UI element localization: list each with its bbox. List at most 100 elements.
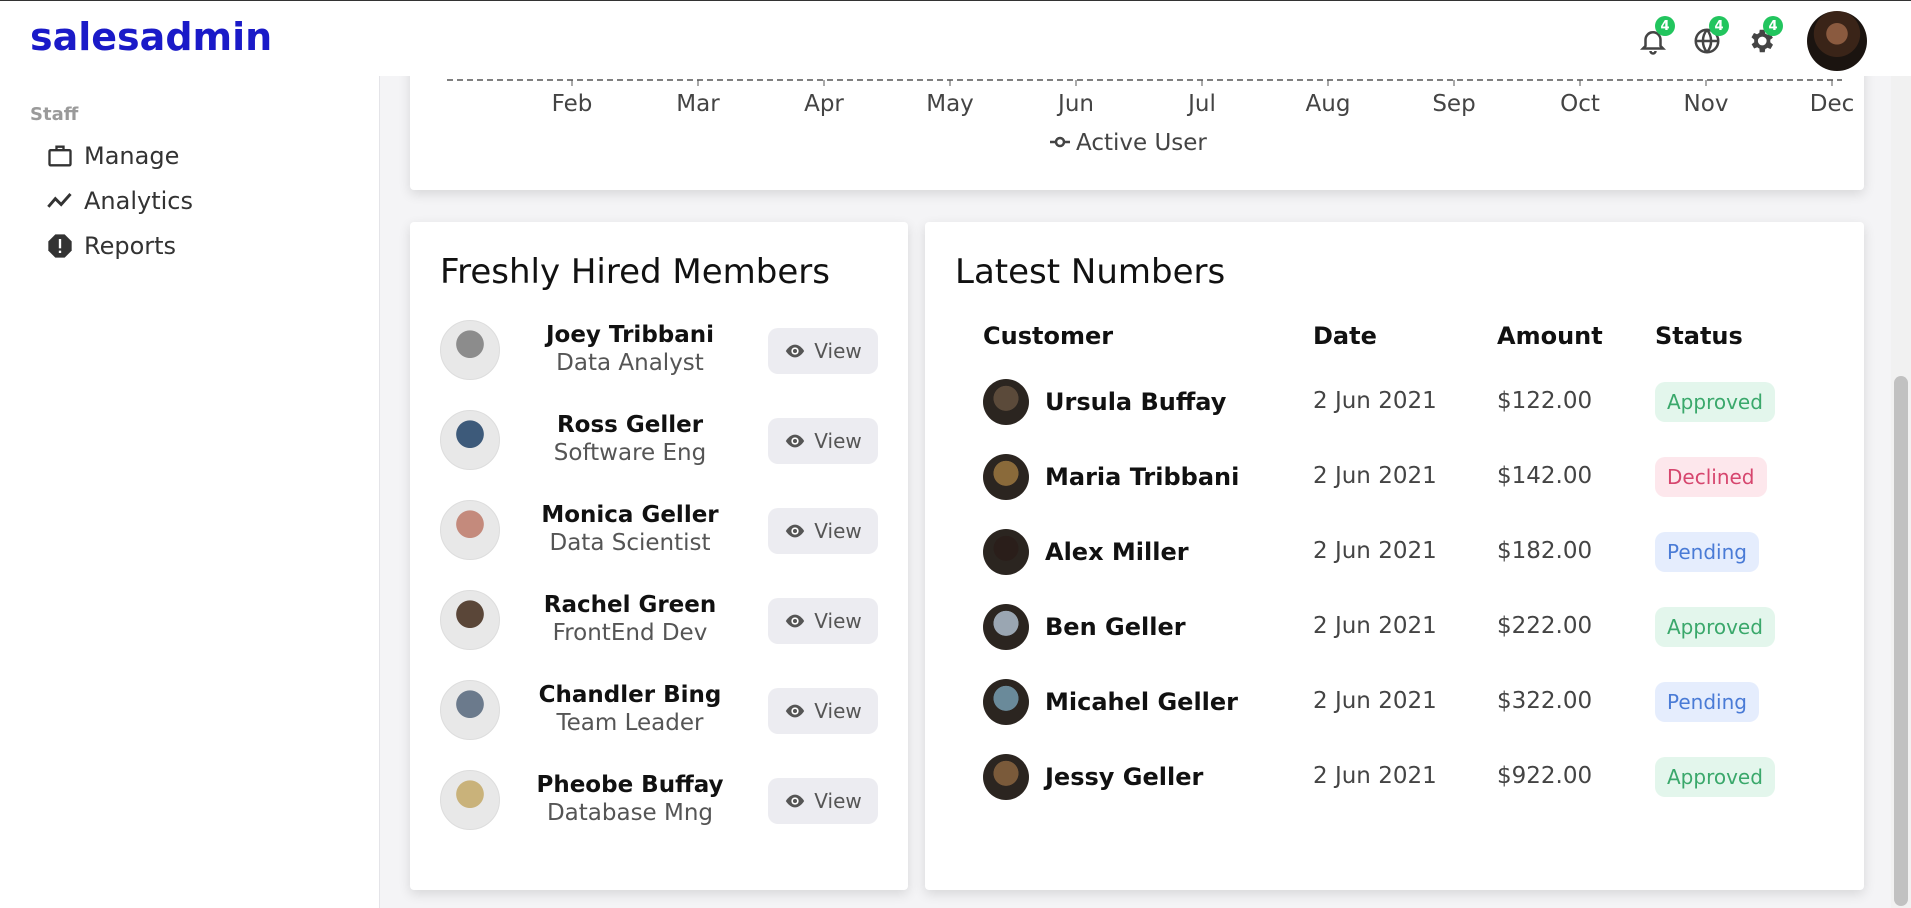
column-header-status[interactable]: Status xyxy=(1655,322,1743,350)
customer-name: Alex Miller xyxy=(1045,538,1189,566)
x-tick-label: Dec xyxy=(1810,91,1855,117)
member-name: Pheobe Buffay xyxy=(536,772,724,798)
x-tick-label: Jun xyxy=(1056,91,1094,117)
notification-badge: 4 xyxy=(1655,16,1675,36)
x-tick-label: May xyxy=(926,91,974,117)
user-avatar[interactable] xyxy=(1807,11,1867,71)
column-header-customer[interactable]: Customer xyxy=(983,322,1113,350)
language-badge: 4 xyxy=(1709,16,1729,36)
settings-button[interactable]: 4 xyxy=(1745,16,1783,57)
member-info: Monica Geller Data Scientist xyxy=(530,502,730,556)
view-button[interactable]: View xyxy=(768,688,878,734)
member-info: Chandler Bing Team Leader xyxy=(530,682,730,736)
row-amount: $922.00 xyxy=(1497,763,1593,789)
member-role: Database Mng xyxy=(546,800,714,826)
table-row[interactable]: Jessy Geller 2 Jun 2021 $922.00 Approved xyxy=(925,747,1864,807)
member-item: Pheobe Buffay Database Mng View xyxy=(440,770,890,832)
x-tick-label: Sep xyxy=(1432,91,1475,117)
status-badge: Approved xyxy=(1655,607,1775,647)
row-amount: $122.00 xyxy=(1497,388,1593,414)
view-button[interactable]: View xyxy=(768,508,878,554)
table-row[interactable]: Ben Geller 2 Jun 2021 $222.00 Approved xyxy=(925,597,1864,657)
member-name: Rachel Green xyxy=(543,592,717,618)
member-role: Data Analyst xyxy=(556,350,704,376)
view-button[interactable]: View xyxy=(768,418,878,464)
x-tick-label: Nov xyxy=(1684,91,1729,117)
table-row[interactable]: Maria Tribbani 2 Jun 2021 $142.00 Declined xyxy=(925,447,1864,507)
member-info: Joey Tribbani Data Analyst xyxy=(530,322,730,376)
customer-name: Ben Geller xyxy=(1045,613,1186,641)
x-tick-label: Apr xyxy=(804,91,844,117)
notifications-button[interactable]: 4 xyxy=(1637,16,1675,57)
row-amount: $322.00 xyxy=(1497,688,1593,714)
row-date: 2 Jun 2021 xyxy=(1313,613,1437,639)
status-badge: Approved xyxy=(1655,382,1775,422)
status-badge: Approved xyxy=(1655,757,1775,797)
member-role: Team Leader xyxy=(556,710,704,736)
row-amount: $222.00 xyxy=(1497,613,1593,639)
alert-octagon-icon xyxy=(48,234,72,258)
member-info: Rachel Green FrontEnd Dev xyxy=(530,592,730,646)
status-badge: Pending xyxy=(1655,532,1759,572)
chart-legend[interactable]: Active User xyxy=(1050,130,1207,156)
avatar xyxy=(983,754,1029,800)
latest-numbers-card: Latest Numbers Customer Date Amount Stat… xyxy=(925,222,1864,890)
member-role: FrontEnd Dev xyxy=(552,620,708,646)
member-name: Ross Geller xyxy=(556,412,704,438)
x-tick-label: Oct xyxy=(1560,91,1600,117)
member-item: Monica Geller Data Scientist View xyxy=(440,500,890,562)
view-button[interactable]: View xyxy=(768,598,878,644)
view-label: View xyxy=(814,699,862,723)
member-name: Chandler Bing xyxy=(538,682,722,708)
avatar xyxy=(983,379,1029,425)
view-label: View xyxy=(814,339,862,363)
x-tick-label: Aug xyxy=(1306,91,1351,117)
language-button[interactable]: 4 xyxy=(1691,16,1729,57)
scrollbar-thumb[interactable] xyxy=(1894,376,1908,906)
table-row[interactable]: Micahel Geller 2 Jun 2021 $322.00 Pending xyxy=(925,672,1864,732)
row-date: 2 Jun 2021 xyxy=(1313,763,1437,789)
eye-icon xyxy=(786,794,805,808)
x-tick-label: Jul xyxy=(1186,91,1216,117)
chart-svg: Feb Mar Apr May Jun Jul Aug Sep Oct Nov Dec Active … xyxy=(447,79,1855,156)
avatar xyxy=(440,410,500,470)
page-scrollbar[interactable] xyxy=(1891,76,1911,908)
active-user-chart: Feb Mar Apr May Jun Jul Aug Sep Oct Nov Dec Active … xyxy=(410,60,1864,190)
sidebar-item-reports[interactable]: Reports xyxy=(46,232,176,260)
customer-name: Ursula Buffay xyxy=(1045,388,1227,416)
trend-icon xyxy=(47,193,72,208)
row-date: 2 Jun 2021 xyxy=(1313,463,1437,489)
avatar xyxy=(983,604,1029,650)
column-header-date[interactable]: Date xyxy=(1313,322,1377,350)
view-button[interactable]: View xyxy=(768,778,878,824)
sidebar-item-label: Reports xyxy=(84,232,177,260)
row-date: 2 Jun 2021 xyxy=(1313,538,1437,564)
sidebar-item-manage[interactable]: Manage xyxy=(46,142,179,170)
settings-badge: 4 xyxy=(1763,16,1783,36)
avatar xyxy=(983,529,1029,575)
member-info: Pheobe Buffay Database Mng xyxy=(530,772,730,826)
row-date: 2 Jun 2021 xyxy=(1313,688,1437,714)
member-item: Ross Geller Software Eng View xyxy=(440,410,890,472)
customer-name: Maria Tribbani xyxy=(1045,463,1240,491)
eye-icon xyxy=(786,344,805,358)
status-badge: Declined xyxy=(1655,457,1767,497)
view-label: View xyxy=(814,789,862,813)
eye-icon xyxy=(786,704,805,718)
view-label: View xyxy=(814,519,862,543)
app-logo[interactable]: salesadmin xyxy=(30,15,272,59)
legend-label: Active User xyxy=(1076,130,1207,156)
eye-icon xyxy=(786,524,805,538)
status-badge: Pending xyxy=(1655,682,1759,722)
member-info: Ross Geller Software Eng xyxy=(530,412,730,466)
row-amount: $142.00 xyxy=(1497,463,1593,489)
top-bar: salesadmin 4 4 4 xyxy=(0,0,1911,76)
sidebar-item-analytics[interactable]: Analytics xyxy=(46,187,193,215)
freshly-hired-card: Freshly Hired Members Joey Tribbani Data … xyxy=(410,222,908,890)
customer-name: Micahel Geller xyxy=(1045,688,1239,716)
view-button[interactable]: View xyxy=(768,328,878,374)
column-header-amount[interactable]: Amount xyxy=(1497,322,1603,350)
member-role: Data Scientist xyxy=(549,530,711,556)
table-row[interactable]: Alex Miller 2 Jun 2021 $182.00 Pending xyxy=(925,522,1864,582)
table-row[interactable]: Ursula Buffay 2 Jun 2021 $122.00 Approved xyxy=(925,372,1864,432)
